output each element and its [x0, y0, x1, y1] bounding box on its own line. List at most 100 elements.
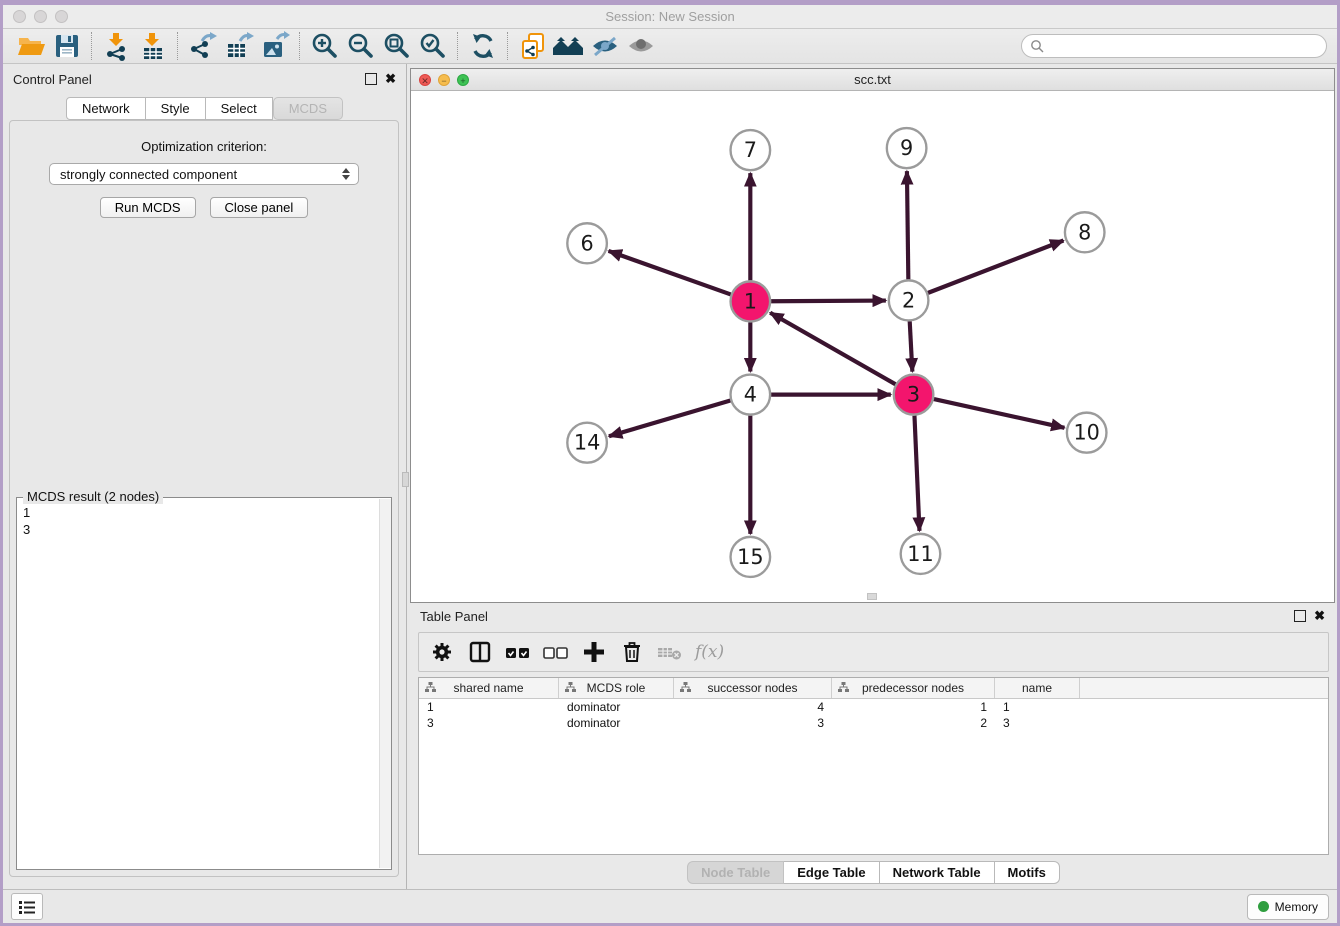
refresh-icon[interactable] — [465, 31, 501, 61]
toolbar-separator — [177, 32, 179, 60]
add-column-icon[interactable] — [577, 637, 611, 667]
network-view-window: ✕ − + scc.txt 1234678910111415 — [410, 68, 1335, 603]
column-header-name[interactable]: name — [995, 678, 1080, 698]
close-table-panel-icon[interactable]: ✖ — [1314, 611, 1325, 621]
mcds-result-text[interactable]: 1 3 — [17, 500, 379, 869]
column-header-mcds-role[interactable]: MCDS role — [559, 678, 674, 698]
application-window: Session: New Session — [3, 5, 1337, 923]
cell-name[interactable]: 1 — [995, 700, 1080, 714]
tab-network-table[interactable]: Network Table — [880, 861, 995, 884]
select-all-icon[interactable] — [501, 637, 535, 667]
window-close-button[interactable] — [13, 10, 26, 23]
search-field[interactable] — [1021, 34, 1327, 58]
search-input[interactable] — [1049, 38, 1318, 54]
network-graph[interactable]: 1234678910111415 — [411, 91, 1334, 602]
window-maximize-button[interactable] — [55, 10, 68, 23]
graph-edge-3-11[interactable] — [914, 416, 919, 531]
network-maximize-icon[interactable]: + — [457, 74, 469, 86]
memory-status-icon — [1258, 901, 1269, 912]
table-header-row: shared nameMCDS rolesuccessor nodesprede… — [419, 678, 1328, 699]
home-icon[interactable] — [551, 31, 587, 61]
graph-edge-1-2[interactable] — [771, 301, 886, 302]
float-panel-icon[interactable] — [365, 73, 377, 85]
table-row[interactable]: 3dominator323 — [419, 715, 1328, 731]
graph-node-label-2: 2 — [902, 288, 915, 312]
node-table[interactable]: shared nameMCDS rolesuccessor nodesprede… — [418, 677, 1329, 855]
control-panel-title: Control Panel — [13, 72, 92, 87]
graph-node-label-8: 8 — [1078, 220, 1091, 244]
save-session-icon[interactable] — [49, 31, 85, 61]
toolbar-separator — [507, 32, 509, 60]
zoom-selected-icon[interactable] — [415, 31, 451, 61]
cell-shared-name[interactable]: 1 — [419, 700, 559, 714]
cell-mcds-role[interactable]: dominator — [559, 700, 674, 714]
network-window-title: scc.txt — [411, 72, 1334, 87]
cell-predecessor-nodes[interactable]: 1 — [832, 700, 995, 714]
network-close-icon[interactable]: ✕ — [419, 74, 431, 86]
graph-edge-2-3[interactable] — [910, 321, 913, 371]
graph-edge-3-10[interactable] — [934, 399, 1065, 428]
network-canvas[interactable]: 1234678910111415 — [411, 91, 1334, 602]
export-image-icon[interactable] — [257, 31, 293, 61]
graph-edge-4-14[interactable] — [609, 400, 730, 436]
search-icon — [1030, 39, 1044, 53]
column-header-shared-name[interactable]: shared name — [419, 678, 559, 698]
export-network-icon[interactable] — [185, 31, 221, 61]
hide-graphics-details-icon[interactable] — [587, 31, 623, 61]
import-network-icon[interactable] — [99, 31, 135, 61]
toolbar-separator — [299, 32, 301, 60]
cell-mcds-role[interactable]: dominator — [559, 716, 674, 730]
deselect-all-icon[interactable] — [539, 637, 573, 667]
criterion-dropdown[interactable]: strongly connected component — [49, 163, 359, 185]
dropdown-stepper-icon — [338, 168, 354, 180]
column-header-predecessor-nodes[interactable]: predecessor nodes — [832, 678, 995, 698]
zoom-fit-icon[interactable] — [379, 31, 415, 61]
zoom-out-icon[interactable] — [343, 31, 379, 61]
show-graphics-details-icon[interactable] — [623, 31, 659, 61]
table-row[interactable]: 1dominator411 — [419, 699, 1328, 715]
tab-node-table[interactable]: Node Table — [687, 861, 784, 884]
tab-edge-table[interactable]: Edge Table — [784, 861, 879, 884]
memory-label: Memory — [1275, 900, 1318, 914]
close-panel-icon[interactable]: ✖ — [385, 74, 396, 84]
criterion-value: strongly connected component — [50, 167, 338, 182]
export-table-icon[interactable] — [221, 31, 257, 61]
cell-shared-name[interactable]: 3 — [419, 716, 559, 730]
cell-successor-nodes[interactable]: 3 — [674, 716, 832, 730]
graph-edge-3-1[interactable] — [770, 313, 895, 385]
cell-name[interactable]: 3 — [995, 716, 1080, 730]
window-minimize-button[interactable] — [34, 10, 47, 23]
network-window-titlebar: ✕ − + scc.txt — [411, 69, 1334, 91]
tab-style[interactable]: Style — [146, 97, 206, 120]
graph-edge-2-9[interactable] — [907, 171, 908, 279]
delete-column-icon[interactable] — [615, 637, 649, 667]
result-scrollbar[interactable] — [379, 499, 391, 868]
open-session-icon[interactable] — [13, 31, 49, 61]
network-minimize-icon[interactable]: − — [438, 74, 450, 86]
splitter-handle-left[interactable] — [402, 472, 409, 487]
table-tabs: Node TableEdge TableNetwork TableMotifs — [410, 855, 1337, 889]
run-mcds-button[interactable]: Run MCDS — [100, 197, 196, 218]
close-panel-button[interactable]: Close panel — [210, 197, 309, 218]
task-history-button[interactable] — [11, 893, 43, 920]
column-header-successor-nodes[interactable]: successor nodes — [674, 678, 832, 698]
graph-edge-1-6[interactable] — [609, 251, 731, 294]
cell-predecessor-nodes[interactable]: 2 — [832, 716, 995, 730]
list-icon — [17, 898, 37, 916]
tab-select[interactable]: Select — [206, 97, 273, 120]
tab-network[interactable]: Network — [66, 97, 146, 120]
import-table-icon[interactable] — [135, 31, 171, 61]
graph-edge-2-8[interactable] — [928, 241, 1063, 293]
mcds-result-box: MCDS result (2 nodes) 1 3 — [16, 497, 392, 870]
float-table-panel-icon[interactable] — [1294, 610, 1306, 622]
memory-button[interactable]: Memory — [1247, 894, 1329, 920]
zoom-in-icon[interactable] — [307, 31, 343, 61]
cell-successor-nodes[interactable]: 4 — [674, 700, 832, 714]
splitter-handle-bottom[interactable] — [867, 593, 877, 600]
toggle-columns-icon[interactable] — [463, 637, 497, 667]
settings-icon[interactable] — [425, 637, 459, 667]
tab-motifs[interactable]: Motifs — [995, 861, 1060, 884]
tab-mcds[interactable]: MCDS — [273, 97, 343, 120]
clone-network-icon[interactable] — [515, 31, 551, 61]
graph-node-label-1: 1 — [744, 289, 757, 313]
